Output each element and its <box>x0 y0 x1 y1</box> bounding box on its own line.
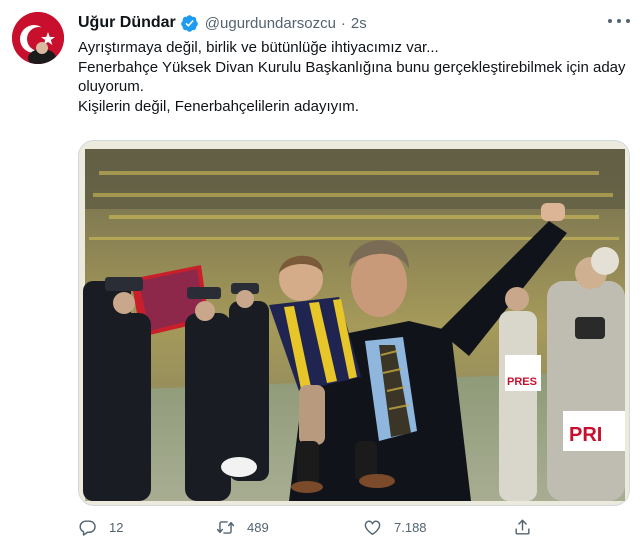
tweet-photo[interactable]: PRES PRI <box>78 140 630 506</box>
heart-icon <box>364 520 381 535</box>
more-dot <box>626 19 630 23</box>
tweet-line: Ayrıştırmaya değil, birlik ve bütünlüğe … <box>78 39 439 56</box>
retweet-button[interactable]: 489 <box>216 514 269 540</box>
tweet-card[interactable]: Uğur Dündar @ugurdundarsozcu · 2s Ayrışt… <box>0 0 640 546</box>
like-count: 7.188 <box>394 519 427 535</box>
tweet-text: Ayrıştırmaya değil, birlik ve bütünlüğe … <box>78 38 630 116</box>
retweet-count: 489 <box>247 519 269 535</box>
press-vest-text-2: PRI <box>569 424 602 446</box>
like-button[interactable]: 7.188 <box>363 514 427 540</box>
separator-dot: · <box>340 14 346 32</box>
display-name[interactable]: Uğur Dündar <box>78 14 176 32</box>
tweet-line: Kişilerin değil, Fenerbahçelilerin adayı… <box>78 97 359 115</box>
more-dot <box>608 19 612 23</box>
share-icon <box>515 519 530 535</box>
tweet-actions: 12 489 7.188 <box>78 514 548 540</box>
more-dot <box>617 19 621 23</box>
tweet-header: Uğur Dündar @ugurdundarsozcu · 2s <box>78 13 367 33</box>
tweet-line: Fenerbahçe Yüksek Divan Kurulu Başkanlığ… <box>78 58 626 96</box>
handle[interactable]: @ugurdundarsozcu <box>205 15 336 32</box>
reply-button[interactable]: 12 <box>78 514 123 540</box>
retweet-icon <box>216 520 235 534</box>
timestamp[interactable]: 2s <box>351 15 367 32</box>
stadium-photo: PRES PRI <box>79 141 629 505</box>
share-button[interactable] <box>513 514 544 540</box>
reply-count: 12 <box>109 519 124 535</box>
avatar-image <box>12 12 64 64</box>
press-vest-text: PRES <box>507 376 537 388</box>
avatar[interactable] <box>12 12 64 64</box>
reply-icon <box>79 519 96 536</box>
more-options-icon[interactable] <box>608 14 630 28</box>
verified-badge-icon <box>180 14 198 32</box>
